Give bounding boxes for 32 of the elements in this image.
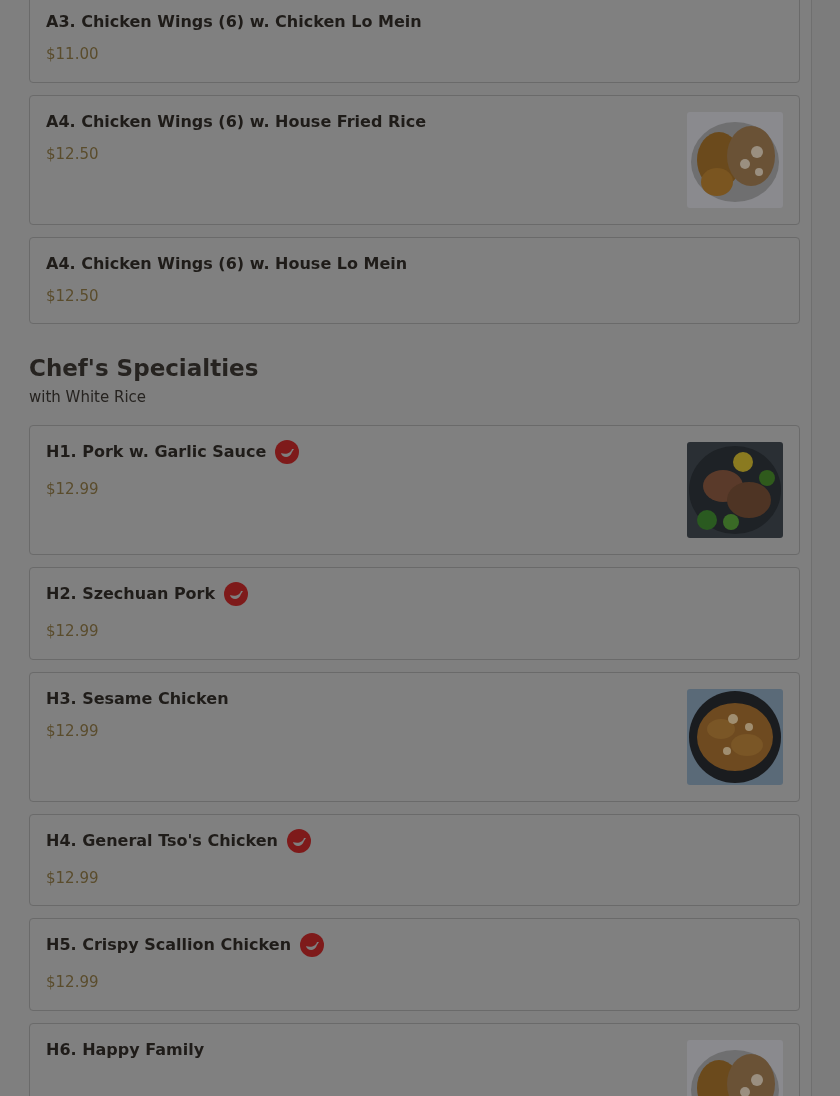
item-price: $11.00 [46, 44, 100, 65]
item-name: H6. Happy Family [46, 1038, 205, 1061]
menu-item-card[interactable]: A4. Chicken Wings (6) w. House Fried Rice $12.50 [29, 94, 800, 225]
section-subtitle: with White Rice [29, 387, 148, 407]
item-name: H5. Crispy Scallion Chicken [46, 934, 292, 956]
item-price: $12.99 [46, 867, 100, 889]
item-name: H1. Pork w. Garlic Sauce [46, 441, 267, 463]
menu-item-card[interactable]: H4. General Tso's Chicken $12.99 [29, 813, 800, 906]
item-name: A3. Chicken Wings (6) w. Chicken Lo Mein [46, 11, 422, 33]
item-price: $12.50 [46, 143, 100, 165]
chili-pepper-icon [287, 828, 311, 853]
chili-pepper-icon [300, 933, 325, 957]
item-price: $12.99 [46, 621, 100, 642]
item-price: $12.50 [46, 285, 100, 307]
item-price: $12.99 [46, 972, 100, 993]
item-name: A4. Chicken Wings (6) w. House Fried Rice [46, 110, 427, 133]
menu-item-card[interactable]: H1. Pork w. Garlic Sauce $12.99 [29, 425, 800, 555]
menu-item-card[interactable]: H3. Sesame Chicken $12.99 [29, 671, 800, 802]
chili-pepper-icon [275, 440, 300, 464]
menu-item-card[interactable]: A4. Chicken Wings (6) w. House Lo Mein $12.50 [29, 236, 800, 324]
item-name: H3. Sesame Chicken [46, 687, 229, 710]
menu-item-card[interactable]: A3. Chicken Wings (6) w. Chicken Lo Mein $11.00 [29, 0, 800, 83]
menu-item-card[interactable]: H6. Happy Family [29, 1022, 800, 1096]
menu-item-card[interactable]: H5. Crispy Scallion Chicken $12.99 [29, 918, 800, 1011]
section-title: Chef's Specialties [29, 354, 260, 382]
item-name: H2. Szechuan Pork [46, 583, 216, 605]
item-price: $12.99 [46, 720, 100, 742]
item-name: A4. Chicken Wings (6) w. House Lo Mein [46, 252, 408, 275]
chili-pepper-icon [224, 582, 249, 606]
item-price: $12.99 [46, 479, 100, 500]
item-name: H4. General Tso's Chicken [46, 829, 278, 852]
menu-item-card[interactable]: H2. Szechuan Pork $12.99 [29, 567, 800, 660]
